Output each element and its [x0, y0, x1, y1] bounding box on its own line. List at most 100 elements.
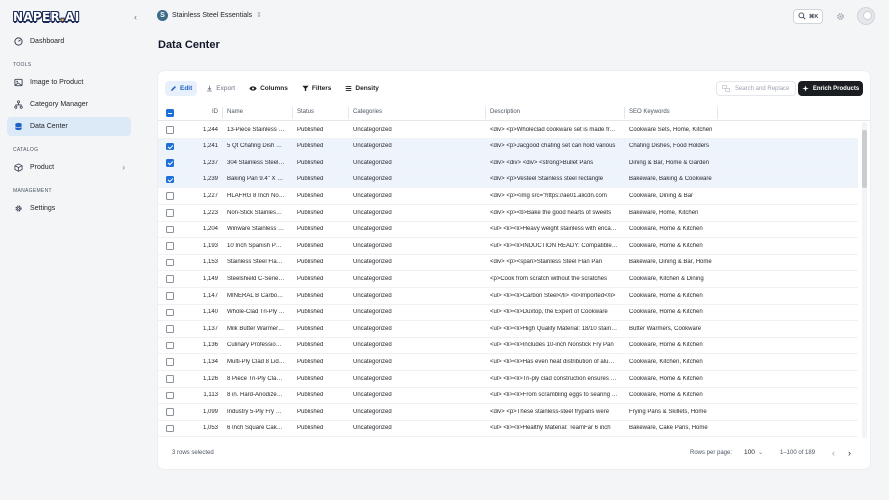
- table-row[interactable]: 1,053 6 Inch Square Cake Pan Published Unca…: [158, 421, 858, 438]
- sparkle-icon: [802, 85, 809, 92]
- table-row[interactable]: 1,237 304 Stainless Steel Bullet Pans Publ…: [158, 155, 858, 172]
- sidebar: NAPER.AI ‹ Dashboard TOOLS Image to Prod…: [0, 0, 138, 500]
- sidebar-item-category-manager[interactable]: Category Manager: [7, 95, 131, 114]
- column-divider[interactable]: [292, 107, 293, 119]
- row-checkbox[interactable]: [166, 341, 174, 350]
- row-checkbox[interactable]: [166, 126, 174, 134]
- column-header-categories[interactable]: Categories: [353, 109, 382, 115]
- search-button[interactable]: ⌘K: [793, 9, 823, 24]
- scrollbar-thumb[interactable]: [862, 130, 867, 188]
- previous-page-button[interactable]: ‹: [832, 448, 835, 458]
- app-logo[interactable]: NAPER.AI: [13, 10, 80, 24]
- table-row[interactable]: 1,134 Multi-Ply Clad 8 Lid Set Published Un…: [158, 354, 858, 371]
- column-header-id[interactable]: ID: [180, 109, 218, 115]
- cell-name: 8 in. Hard-Anodized Pan: [227, 392, 285, 399]
- cell-description: <ul> <li><li>Duxtop, the Expert of Cookw…: [490, 309, 608, 316]
- search-and-replace-button[interactable]: Search and Replace: [716, 81, 796, 96]
- cell-id: 1,113: [203, 392, 218, 399]
- columns-button[interactable]: Columns: [244, 81, 293, 96]
- export-button[interactable]: Export: [201, 81, 240, 96]
- table-row[interactable]: 1,099 Industry 5-Ply Fry Pan Published Unca…: [158, 404, 858, 421]
- table-row[interactable]: 1,147 MINERAL B Carbon Steel Pan Published…: [158, 288, 858, 305]
- row-checkbox[interactable]: [166, 175, 174, 184]
- row-checkbox[interactable]: [166, 375, 174, 383]
- cell-seo-keywords: Chafing Dishes, Food Holders: [629, 143, 710, 150]
- table-row[interactable]: 1,239 Baking Pan 9.4" X 13" Published Uncat…: [158, 171, 858, 189]
- vertical-scrollbar[interactable]: [862, 122, 867, 438]
- select-all-checkbox[interactable]: [166, 109, 174, 117]
- column-divider[interactable]: [624, 107, 625, 119]
- sidebar-item-data-center[interactable]: Data Center: [7, 117, 131, 136]
- sidebar-item-product[interactable]: Product ›: [7, 158, 131, 177]
- project-name[interactable]: Stainless Steel Essentials: [172, 12, 252, 19]
- filters-button[interactable]: Filters: [297, 81, 337, 96]
- row-checkbox[interactable]: [166, 225, 174, 234]
- gear-icon: [14, 204, 23, 213]
- project-avatar[interactable]: S: [157, 10, 168, 21]
- density-icon: [345, 85, 352, 92]
- row-checkbox[interactable]: [166, 408, 174, 416]
- chevron-down-icon[interactable]: ⌄: [758, 449, 763, 456]
- row-checkbox[interactable]: [166, 391, 174, 400]
- table-row[interactable]: 1,137 Milk Butter Warmer Pot Published Unca…: [158, 321, 858, 338]
- row-checkbox[interactable]: [166, 308, 174, 317]
- cell-name: Milk Butter Warmer Pot: [227, 325, 285, 332]
- edit-button[interactable]: Edit: [165, 81, 198, 96]
- cell-description: <div> <p>Wholeclad cookware set is made …: [490, 126, 618, 133]
- row-checkbox[interactable]: [166, 142, 174, 151]
- row-checkbox[interactable]: [166, 242, 174, 250]
- table-row[interactable]: 1,140 Whole-Clad Tri-Ply Skillet Published…: [158, 305, 858, 322]
- sidebar-collapse-icon[interactable]: ‹: [134, 12, 137, 22]
- cell-id: 1,223: [202, 209, 218, 216]
- column-divider[interactable]: [222, 107, 223, 119]
- sidebar-item-image-to-product[interactable]: Image to Product: [7, 73, 131, 92]
- table-row[interactable]: 1,113 8 in. Hard-Anodized Pan Published Unc…: [158, 388, 858, 405]
- next-page-button[interactable]: ›: [848, 448, 851, 458]
- sidebar-item-dashboard[interactable]: Dashboard: [7, 32, 131, 51]
- column-divider[interactable]: [348, 107, 349, 119]
- column-divider[interactable]: [717, 107, 718, 119]
- table-row[interactable]: 1,227 HLAFRG 8 Inch Nonstick Pan Published…: [158, 188, 858, 205]
- cell-id: 1,227: [202, 192, 218, 199]
- cell-status: Published: [297, 159, 324, 166]
- column-header-status[interactable]: Status: [297, 109, 314, 115]
- table-row[interactable]: 1,149 Steelshield C-Series Pan Published Un…: [158, 271, 858, 288]
- table-row[interactable]: 1,241 5 Qt Chafing Dish Buffet Set Publish…: [158, 138, 858, 156]
- table-row[interactable]: 1,223 Non-Stick Stainless Steel Pan Publis…: [158, 205, 858, 222]
- row-checkbox[interactable]: [166, 159, 174, 167]
- top-bar: S Stainless Steel Essentials ⇕ ⌘K: [150, 6, 875, 28]
- table-row[interactable]: 1,136 Culinary Professional Fry Pan Publis…: [158, 338, 858, 355]
- sidebar-item-settings[interactable]: Settings: [7, 199, 131, 218]
- settings-icon[interactable]: [836, 12, 845, 23]
- enrich-products-button[interactable]: Enrich Products: [798, 81, 863, 96]
- table-row[interactable]: 1,153 Stainless Steel Flan Pan Published Un…: [158, 255, 858, 272]
- cell-description: <ul> <li><li>From scrambling eggs to sea…: [490, 392, 618, 399]
- column-header-name[interactable]: Name: [227, 109, 243, 115]
- row-checkbox[interactable]: [166, 275, 174, 283]
- table-row[interactable]: 1,244 13-Piece Stainless Steel Cookware S…: [158, 122, 858, 139]
- row-checkbox[interactable]: [166, 358, 174, 366]
- column-divider[interactable]: [485, 107, 486, 119]
- table-row[interactable]: 1,126 8 Piece Tri-Ply Clad Set Published Un…: [158, 371, 858, 388]
- cell-categories: Uncategorized: [353, 292, 392, 299]
- column-header-seo-keywords[interactable]: SEO Keywords: [629, 109, 670, 115]
- row-checkbox[interactable]: [166, 258, 174, 267]
- cell-categories: Uncategorized: [353, 226, 392, 233]
- chevron-up-down-icon[interactable]: ⇕: [256, 11, 262, 19]
- cell-description: <div> <p>Jacgood chafing set can hold va…: [490, 143, 616, 150]
- rows-per-page-select[interactable]: 100: [744, 449, 755, 456]
- cell-id: 1,136: [202, 342, 218, 349]
- row-checkbox[interactable]: [166, 209, 174, 217]
- row-checkbox[interactable]: [166, 424, 174, 433]
- column-header-description[interactable]: Description: [490, 109, 520, 115]
- cell-name: Winware Stainless Steel Pot: [227, 226, 285, 233]
- table-row[interactable]: 1,193 10 Inch Spanish Paella Pan Published…: [158, 238, 858, 255]
- cell-id: 1,153: [202, 259, 218, 266]
- row-checkbox[interactable]: [166, 292, 174, 300]
- row-checkbox[interactable]: [166, 192, 174, 200]
- density-button[interactable]: Density: [340, 81, 383, 96]
- row-checkbox[interactable]: [166, 325, 174, 333]
- user-avatar[interactable]: [857, 7, 875, 25]
- cell-description: <ul> <li><li>Carbon Steel</li> <li>Impor…: [490, 292, 616, 299]
- table-row[interactable]: 1,204 Winware Stainless Steel Pot Publishe…: [158, 222, 858, 239]
